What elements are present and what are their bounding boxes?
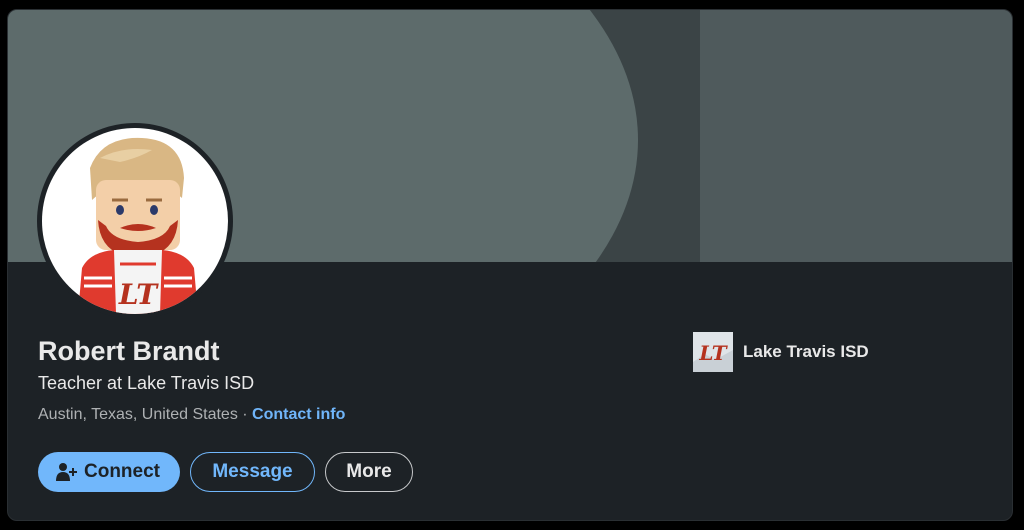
contact-info-link[interactable]: Contact info — [252, 406, 345, 423]
separator-dot: · — [242, 406, 248, 423]
svg-text:LT: LT — [698, 341, 728, 365]
location-row: Austin, Texas, United States · Contact i… — [38, 406, 345, 424]
more-button[interactable]: More — [325, 452, 413, 492]
avatar-lego-figure-icon: LT — [78, 137, 198, 314]
profile-card: LT Robert Brandt Teacher at Lake Travis … — [7, 9, 1013, 521]
profile-actions: Connect Message More — [38, 452, 413, 492]
message-button[interactable]: Message — [190, 452, 315, 492]
connect-label: Connect — [84, 461, 160, 482]
svg-text:LT: LT — [118, 278, 159, 311]
add-person-icon — [56, 463, 77, 481]
profile-headline: Teacher at Lake Travis ISD — [38, 373, 255, 393]
profile-name: Robert Brandt — [38, 336, 220, 366]
school-logo-icon: LT — [693, 332, 733, 372]
avatar[interactable]: LT — [37, 123, 233, 319]
current-organization[interactable]: LT Lake Travis ISD — [693, 332, 869, 372]
banner-right-panel — [700, 10, 1012, 262]
avatar-image: LT — [42, 128, 228, 314]
connect-button[interactable]: Connect — [38, 452, 180, 492]
profile-location: Austin, Texas, United States — [38, 406, 238, 423]
organization-name: Lake Travis ISD — [743, 342, 869, 361]
